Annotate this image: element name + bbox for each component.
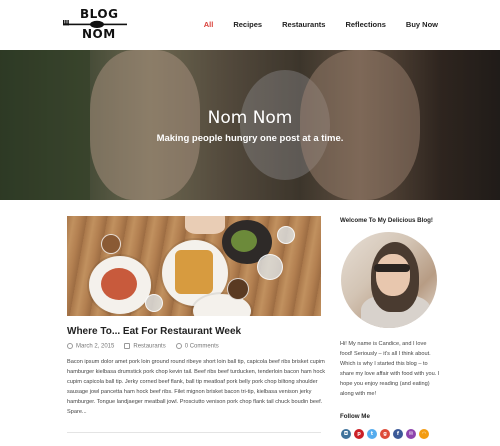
site-logo[interactable]: BLOG NOM (60, 6, 130, 46)
food-salad (231, 230, 257, 252)
instagram-icon[interactable]: ◘ (341, 429, 351, 439)
site-header: BLOG NOM All Recipes Restaurants Reflect… (0, 0, 500, 50)
comment-icon (175, 343, 182, 349)
water-glass-2 (145, 294, 163, 312)
nav-item-restaurants[interactable]: Restaurants (282, 20, 325, 29)
post-featured-image[interactable] (67, 216, 321, 316)
post-comments[interactable]: 0 Comments (175, 343, 219, 350)
follow-widget-title: Follow Me (340, 413, 370, 420)
coffee-cup-2 (227, 278, 249, 300)
hero-subtitle: Making people hungry one post at a time. (156, 133, 344, 144)
avatar-face (376, 254, 410, 296)
avatar-sunglasses (374, 264, 410, 272)
welcome-widget-title: Welcome To My Delicious Blog! (340, 217, 433, 224)
nav-item-buy-now[interactable]: Buy Now (406, 20, 438, 29)
nav-item-reflections[interactable]: Reflections (345, 20, 385, 29)
hand (185, 216, 225, 234)
facebook-icon[interactable]: f (393, 429, 403, 439)
coffee-cup (101, 234, 121, 254)
folder-icon (124, 343, 131, 349)
email-icon[interactable]: ✉ (406, 429, 416, 439)
rss-icon[interactable]: ◠ (419, 429, 429, 439)
logo-text-bottom: NOM (82, 27, 116, 41)
food-left (101, 268, 137, 300)
post-meta: March 2, 2015 Restaurants 0 Comments (67, 343, 219, 350)
nav-item-recipes[interactable]: Recipes (233, 20, 262, 29)
waffles (175, 250, 213, 294)
post-date: March 2, 2015 (67, 343, 114, 350)
nav-item-all[interactable]: All (204, 20, 214, 29)
post-title[interactable]: Where To... Eat For Restaurant Week (67, 326, 241, 337)
google-plus-icon[interactable]: g (380, 429, 390, 439)
clock-icon (67, 343, 73, 349)
pinterest-icon[interactable]: p (354, 429, 364, 439)
author-avatar (341, 232, 437, 328)
post-category[interactable]: Restaurants (124, 343, 166, 350)
hero-title: Nom Nom (207, 108, 293, 128)
hero-banner: Nom Nom Making people hungry one post at… (0, 50, 500, 200)
twitter-icon[interactable]: t (367, 429, 377, 439)
small-glass (277, 226, 295, 244)
water-glass (257, 254, 283, 280)
post-excerpt: Bacon ipsum dolor amet pork loin ground … (67, 359, 326, 415)
author-bio: Hi! My name is Candice, and I love food!… (340, 341, 440, 397)
post-divider (67, 432, 321, 433)
main-nav: All Recipes Restaurants Reflections Buy … (204, 20, 438, 29)
social-icons: ◘ p t g f ✉ ◠ (341, 429, 429, 439)
